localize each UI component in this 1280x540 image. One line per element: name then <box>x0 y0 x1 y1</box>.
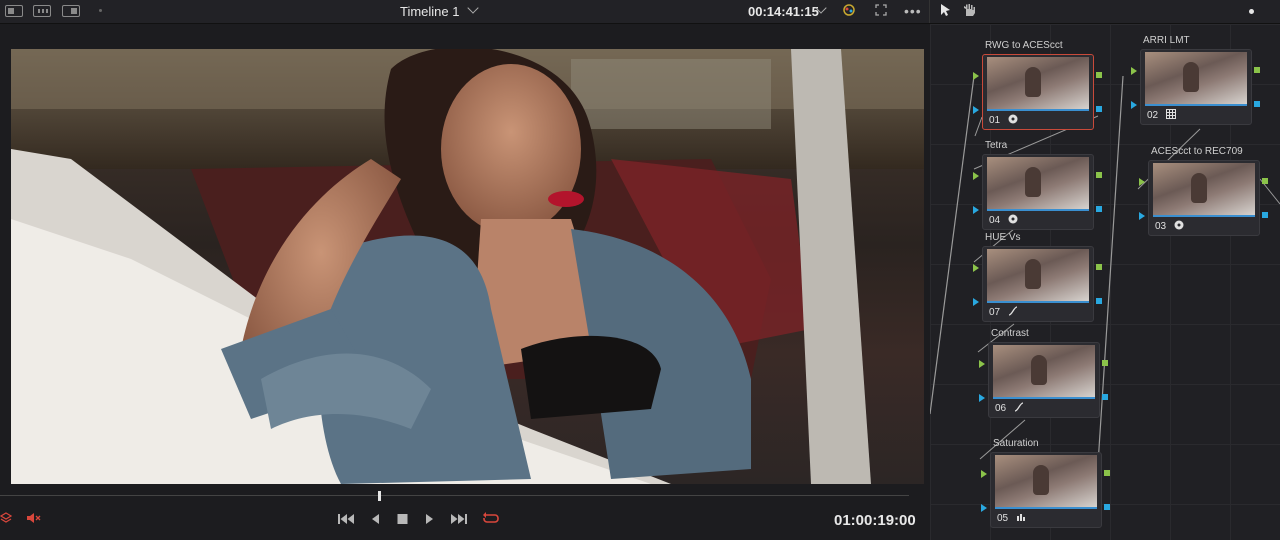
node-07[interactable]: HUE Vs 07 <box>973 232 1102 322</box>
node-03[interactable]: ACEScct to REC709 03 <box>1139 146 1268 236</box>
hand-tool-icon[interactable] <box>962 3 976 20</box>
key-input-port[interactable] <box>1139 212 1145 220</box>
node-thumbnail <box>987 57 1089 111</box>
video-frame[interactable] <box>11 49 924 484</box>
rgb-input-port[interactable] <box>981 470 987 478</box>
key-output-port[interactable] <box>1254 101 1260 107</box>
node-label: RWG to ACEScct <box>985 40 1063 51</box>
mute-icon[interactable] <box>26 512 42 528</box>
node-thumbnail <box>993 345 1095 399</box>
node-06[interactable]: Contrast 06 <box>979 328 1108 418</box>
wheels-icon <box>1008 214 1018 227</box>
rgb-output-port[interactable] <box>1262 178 1268 184</box>
node-editor[interactable]: RWG to ACEScct 01 Tetra 04 HUE Vs 07 Con… <box>930 24 1280 540</box>
node-panel-indicator <box>1249 9 1254 14</box>
node-label: HUE Vs <box>985 232 1021 243</box>
rgb-input-port[interactable] <box>973 72 979 80</box>
rgb-input-port[interactable] <box>1139 178 1145 186</box>
node-number: 05 <box>997 513 1009 524</box>
node-thumbnail <box>1145 52 1247 106</box>
rgb-output-port[interactable] <box>1102 360 1108 366</box>
bars-icon <box>1016 512 1026 525</box>
node-toolbar <box>930 0 1280 23</box>
key-output-port[interactable] <box>1096 298 1102 304</box>
node-number: 01 <box>989 115 1001 126</box>
key-output-port[interactable] <box>1104 504 1110 510</box>
jump-to-end-icon[interactable] <box>449 512 467 528</box>
key-output-port[interactable] <box>1102 394 1108 400</box>
rgb-input-port[interactable] <box>973 264 979 272</box>
single-viewer-icon[interactable] <box>5 5 23 17</box>
playhead[interactable] <box>378 491 381 501</box>
key-input-port[interactable] <box>973 106 979 114</box>
rgb-output-port[interactable] <box>1104 470 1110 476</box>
node-01[interactable]: RWG to ACEScct 01 <box>973 40 1102 130</box>
source-timecode: 00:14:41:15 <box>748 4 819 19</box>
node-02[interactable]: ARRI LMT 02 <box>1131 35 1260 125</box>
key-input-port[interactable] <box>1131 101 1137 109</box>
jump-to-start-icon[interactable] <box>338 512 356 528</box>
node-05[interactable]: Saturation 05 <box>981 438 1110 528</box>
gallery-strip-icon[interactable] <box>33 5 51 17</box>
node-thumbnail <box>1153 163 1255 217</box>
node-number: 03 <box>1155 221 1167 232</box>
node-label: ACEScct to REC709 <box>1151 146 1243 157</box>
node-thumbnail <box>995 455 1097 509</box>
scrubber-track[interactable] <box>0 495 909 496</box>
rgb-output-port[interactable] <box>1096 172 1102 178</box>
node-number: 07 <box>989 307 1001 318</box>
curves-icon <box>1008 306 1018 319</box>
timeline-dropdown-chevron-icon[interactable] <box>467 2 479 14</box>
key-input-port[interactable] <box>973 206 979 214</box>
wheels-icon <box>1174 220 1184 233</box>
dot-separator <box>99 9 102 12</box>
node-number: 04 <box>989 215 1001 226</box>
rgb-output-port[interactable] <box>1096 264 1102 270</box>
color-picker-icon[interactable] <box>842 3 856 20</box>
more-options-icon[interactable]: ••• <box>904 3 922 19</box>
node-label: Contrast <box>991 328 1029 339</box>
node-04[interactable]: Tetra 04 <box>973 140 1102 230</box>
play-icon[interactable] <box>424 512 434 528</box>
key-input-port[interactable] <box>973 298 979 306</box>
lut-grid-icon <box>1166 109 1176 122</box>
pointer-tool-icon[interactable] <box>940 3 952 20</box>
node-number: 06 <box>995 403 1007 414</box>
wheels-icon <box>1008 114 1018 127</box>
split-view-icon[interactable] <box>62 5 80 17</box>
rgb-output-port[interactable] <box>1254 67 1260 73</box>
record-timecode: 01:00:19:00 <box>834 512 916 529</box>
key-input-port[interactable] <box>979 394 985 402</box>
play-reverse-icon[interactable] <box>371 512 381 528</box>
layers-icon[interactable] <box>0 512 13 528</box>
rgb-output-port[interactable] <box>1096 72 1102 78</box>
node-thumbnail <box>987 249 1089 303</box>
rgb-input-port[interactable] <box>1131 67 1137 75</box>
node-number: 02 <box>1147 110 1159 121</box>
fullscreen-icon[interactable] <box>875 3 887 19</box>
node-label: Tetra <box>985 140 1008 151</box>
rgb-input-port[interactable] <box>979 360 985 368</box>
node-thumbnail <box>987 157 1089 211</box>
rgb-input-port[interactable] <box>973 172 979 180</box>
key-output-port[interactable] <box>1262 212 1268 218</box>
curves-icon <box>1014 402 1024 415</box>
key-input-port[interactable] <box>981 504 987 512</box>
stop-icon[interactable] <box>397 512 408 528</box>
timeline-title[interactable]: Timeline 1 <box>400 4 459 19</box>
node-label: ARRI LMT <box>1143 35 1190 46</box>
node-label: Saturation <box>993 438 1039 449</box>
loop-icon[interactable] <box>482 512 500 529</box>
key-output-port[interactable] <box>1096 106 1102 112</box>
key-output-port[interactable] <box>1096 206 1102 212</box>
